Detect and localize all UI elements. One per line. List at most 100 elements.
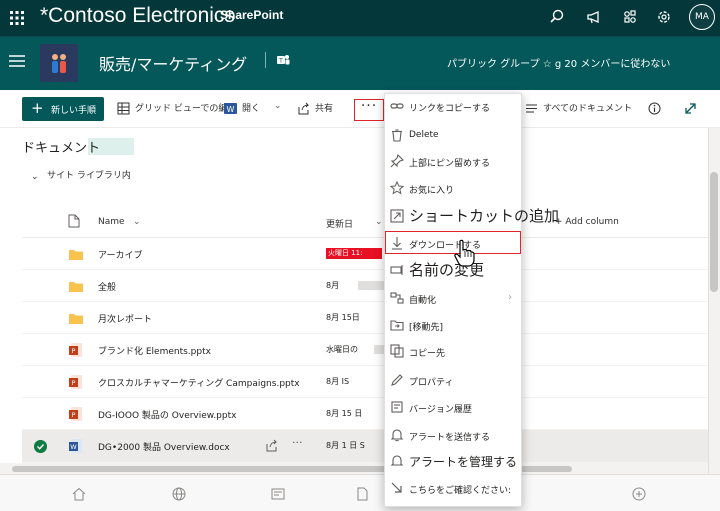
- list-item[interactable]: P ブランド化 Elements.pptx 水曜日の: [22, 334, 712, 366]
- history-icon: [391, 401, 403, 413]
- svg-text:W: W: [227, 105, 235, 114]
- menu-item-label: 上部にピン留めする: [409, 159, 491, 169]
- site-title[interactable]: 販売/マーケティング: [99, 51, 247, 75]
- breadcrumb[interactable]: ドキュメント: [22, 137, 100, 156]
- file-date: 8月 1 日 S: [326, 441, 365, 450]
- list-item[interactable]: 全般 8月: [22, 270, 712, 302]
- menu-item-label: Delete: [409, 130, 439, 140]
- more-actions-button[interactable]: ···: [354, 99, 384, 121]
- file-date: 8月: [326, 281, 340, 290]
- star-icon: [390, 181, 404, 195]
- svg-text:P: P: [72, 411, 76, 419]
- info-icon[interactable]: [648, 102, 661, 115]
- powerpoint-icon: P: [69, 407, 82, 421]
- menu-item-manage-alerts[interactable]: アラートを管理する: [384, 448, 522, 475]
- view-selector[interactable]: すべてのドキュメント: [543, 101, 632, 114]
- plus-icon: +: [31, 99, 44, 117]
- menu-item-move[interactable]: [移動先]: [384, 312, 522, 339]
- arrow-icon: [391, 482, 402, 493]
- chevron-down-icon[interactable]: ⌄: [375, 217, 383, 227]
- megaphone-icon[interactable]: [585, 8, 603, 26]
- svg-text:P: P: [72, 379, 76, 387]
- manage-alert-icon: [390, 455, 404, 466]
- column-header-modified[interactable]: 更新日: [326, 217, 353, 230]
- menu-item-label: コピー先: [409, 349, 446, 359]
- menu-item-pin[interactable]: 上部にピン留めする: [384, 148, 522, 175]
- rename-icon: [390, 265, 403, 275]
- automate-icon: [390, 292, 404, 304]
- menu-item-automate[interactable]: 自動化 ›: [384, 285, 522, 312]
- copy-icon: [390, 344, 404, 358]
- move-icon: [390, 320, 404, 331]
- document-icon[interactable]: [355, 487, 369, 501]
- file-name[interactable]: DG•2000 製品 Overview.docx: [98, 440, 230, 453]
- menu-item-label: 自動化: [409, 296, 437, 306]
- file-name[interactable]: DG-IOOO 製品の Overview.pptx: [98, 408, 236, 421]
- avatar[interactable]: MA: [689, 4, 715, 30]
- menu-item-add-shortcut[interactable]: ショートカットの追加: [384, 203, 559, 230]
- group-privacy-text[interactable]: パブリック グループ ☆ g 20 メンバーに従わない: [447, 55, 670, 70]
- folder-icon: [69, 250, 83, 260]
- chevron-down-icon[interactable]: ⌄: [31, 172, 39, 182]
- list-view-icon: [526, 104, 537, 113]
- share-button[interactable]: 共有: [315, 101, 333, 114]
- home-icon[interactable]: [72, 487, 86, 501]
- row-more-icon[interactable]: ···: [292, 436, 303, 449]
- chevron-down-icon[interactable]: ⌄: [133, 217, 141, 227]
- site-logo[interactable]: [40, 44, 78, 82]
- file-name[interactable]: 月次レポート: [98, 312, 152, 325]
- file-date: 8月 15 日: [326, 409, 363, 418]
- menu-item-label: アラートを送信する: [409, 433, 491, 443]
- grid-edit-button[interactable]: グリッド ビューでの編集: [135, 101, 236, 114]
- grid-icon: [117, 102, 130, 115]
- word-icon: W: [69, 439, 82, 453]
- svg-text:P: P: [72, 347, 76, 355]
- share-icon[interactable]: [265, 439, 278, 452]
- hamburger-icon[interactable]: [9, 54, 25, 68]
- menu-item-copy-link[interactable]: リンクをコピーする: [384, 93, 522, 120]
- svg-text:T: T: [278, 58, 283, 65]
- menu-item-delete[interactable]: Delete: [384, 122, 522, 149]
- menu-item-label: ショートカットの追加: [409, 207, 560, 225]
- list-item[interactable]: P DG-IOOO 製品の Overview.pptx 8月 15 日: [22, 398, 712, 430]
- powerpoint-icon: P: [69, 343, 82, 357]
- globe-icon[interactable]: [172, 487, 186, 501]
- menu-item-alert-me[interactable]: アラートを送信する: [384, 422, 522, 449]
- list-item[interactable]: P クロスカルチャマーケティング Campaigns.pptx 8月 IS: [22, 366, 712, 398]
- search-icon[interactable]: [548, 8, 566, 26]
- file-name[interactable]: アーカイブ: [98, 248, 142, 261]
- file-name[interactable]: 全般: [98, 280, 116, 293]
- folder-icon: [69, 282, 83, 292]
- settings-icon[interactable]: [655, 8, 673, 26]
- chevron-down-icon[interactable]: ⌄: [274, 101, 282, 111]
- file-date: 水曜日の: [326, 345, 358, 354]
- menu-item-check-this[interactable]: こちらをご確認ください:: [384, 475, 522, 502]
- add-column-button[interactable]: + Add column: [555, 217, 619, 227]
- teams-icon[interactable]: T: [276, 53, 290, 67]
- list-item[interactable]: 月次レポート 8月 15日: [22, 302, 712, 334]
- scrollbar-thumb[interactable]: [710, 172, 718, 292]
- folder-icon: [69, 314, 83, 324]
- connections-icon[interactable]: [621, 8, 639, 26]
- waffle-icon[interactable]: [10, 11, 24, 25]
- list-item[interactable]: アーカイブ 火曜日 11:: [22, 238, 712, 270]
- file-name[interactable]: ブランド化 Elements.pptx: [98, 344, 211, 357]
- divider: [265, 52, 266, 68]
- new-button[interactable]: + 新しい手順: [22, 97, 104, 121]
- news-icon[interactable]: [271, 487, 285, 501]
- menu-item-favorite[interactable]: お気に入り: [384, 175, 522, 202]
- menu-item-label: お気に入り: [409, 186, 455, 196]
- menu-item-version-history[interactable]: バージョン履歴: [384, 394, 522, 421]
- expand-icon[interactable]: [684, 102, 697, 115]
- column-header-name[interactable]: Name: [98, 217, 125, 227]
- list-item[interactable]: W DG•2000 製品 Overview.docx ··· 8月 1 日 S: [22, 430, 712, 463]
- share-icon: [298, 102, 310, 115]
- add-icon[interactable]: [632, 487, 646, 501]
- file-type-icon[interactable]: [68, 214, 80, 228]
- library-view-name[interactable]: サイト ライブラリ内: [47, 168, 131, 181]
- menu-item-copy-to[interactable]: コピー先: [384, 338, 522, 365]
- checkmark-icon[interactable]: [34, 440, 47, 453]
- open-button[interactable]: 開く: [242, 101, 260, 114]
- file-name[interactable]: クロスカルチャマーケティング Campaigns.pptx: [98, 376, 300, 389]
- menu-item-properties[interactable]: プロパティ: [384, 367, 522, 394]
